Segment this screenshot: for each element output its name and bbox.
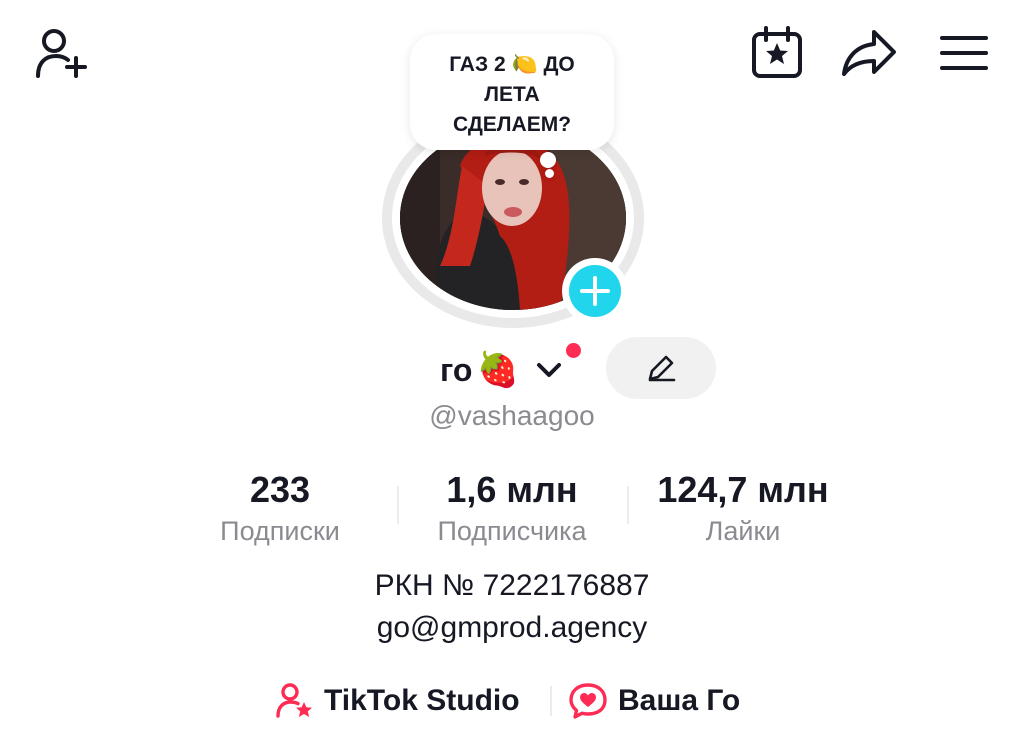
strawberry-emoji: 🍓 (476, 351, 519, 389)
stats-divider (397, 486, 399, 524)
menu-button[interactable] (940, 34, 988, 74)
links-divider (550, 686, 552, 716)
likes-stat[interactable]: 124,7 млн Лайки (638, 468, 848, 550)
add-avatar-button[interactable] (562, 258, 628, 324)
chat-heart-icon (569, 683, 607, 719)
note-line-3: СДЕЛАЕМ? (452, 113, 572, 136)
stats-divider (627, 486, 629, 524)
followers-stat[interactable]: 1,6 млн Подписчика (412, 468, 612, 550)
hamburger-menu-icon (940, 36, 988, 70)
note-line-2: ЛЕТА (484, 83, 540, 106)
following-stat[interactable]: 233 Подписки (188, 468, 372, 550)
add-friend-button[interactable] (34, 28, 90, 80)
vasha-go-link[interactable]: Ваша Го (568, 676, 740, 726)
tiktok-studio-link[interactable]: TikTok Studio (276, 676, 520, 726)
likes-count: 124,7 млн (657, 469, 829, 510)
calendar-button[interactable] (750, 26, 806, 80)
display-name: го (440, 351, 473, 388)
bio-line-1: РКН № 7222176887 (374, 569, 650, 602)
pencil-icon (648, 355, 676, 382)
profile-note-bubble[interactable]: ГАЗ 2 🍋 ДО ЛЕТА СДЕЛАЕМ? (410, 34, 614, 150)
lemon-emoji: 🍋 (511, 53, 538, 76)
likes-label: Лайки (705, 516, 781, 546)
account-switch-button[interactable] (533, 354, 565, 386)
followers-label: Подписчика (437, 516, 587, 546)
share-arrow-icon (842, 30, 896, 76)
edit-profile-button[interactable] (606, 337, 716, 399)
calendar-star-icon (752, 26, 802, 78)
chevron-down-icon (536, 363, 561, 377)
note-line-1: ГАЗ 2 🍋 ДО (449, 53, 575, 76)
following-label: Подписки (220, 516, 340, 546)
notification-dot (566, 343, 581, 358)
share-button[interactable] (840, 28, 900, 78)
following-count: 233 (249, 469, 311, 510)
bio-line-2: go@gmprod.agency (376, 611, 648, 644)
name-row[interactable]: го 🍓 (440, 342, 565, 398)
profile-links: TikTok Studio Ваша Го (0, 676, 1024, 726)
tiktok-studio-label: TikTok Studio (324, 684, 520, 717)
person-plus-icon (36, 29, 87, 78)
username: @vashaagoo (429, 400, 595, 431)
note-tail (540, 152, 556, 168)
vasha-go-label: Ваша Го (618, 684, 741, 717)
followers-count: 1,6 млн (446, 469, 578, 510)
person-star-icon (276, 683, 312, 718)
